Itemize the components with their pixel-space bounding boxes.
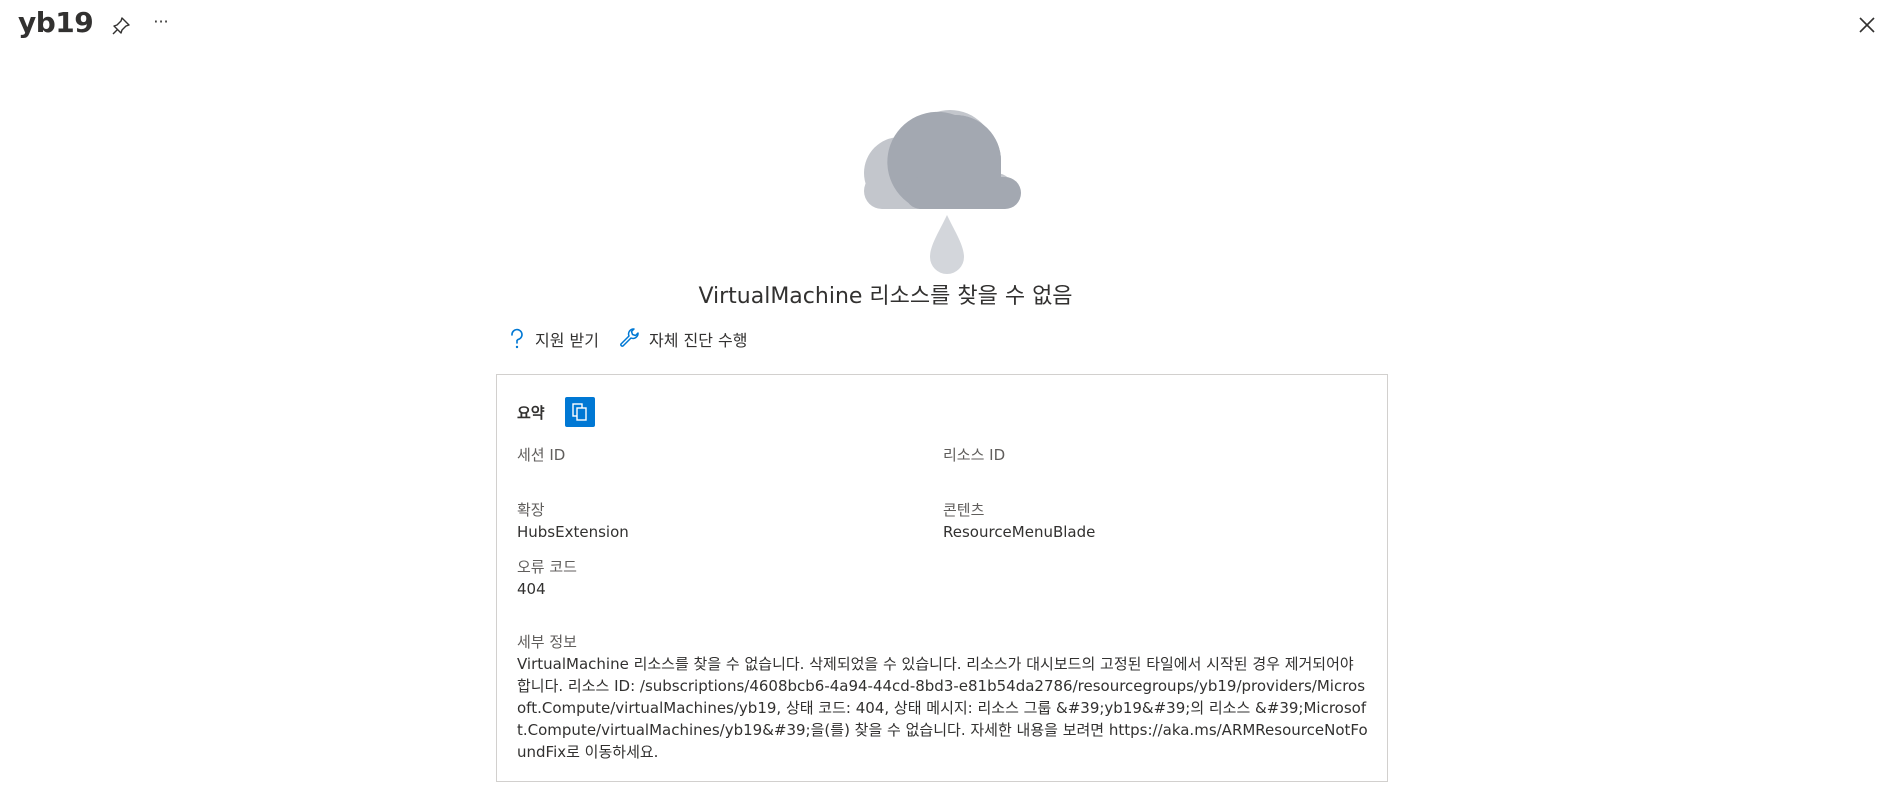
- close-icon[interactable]: [1856, 14, 1878, 36]
- error-title: VirtualMachine 리소스를 찾을 수 없음: [698, 284, 1073, 309]
- resource-id-field: 리소스 ID: [943, 444, 1005, 466]
- details-value: VirtualMachine 리소스를 찾을 수 없습니다. 삭제되었을 수 있…: [517, 655, 1368, 761]
- run-diagnostics-link[interactable]: 자체 진단 수행: [619, 327, 748, 351]
- more-icon[interactable]: ···: [150, 12, 172, 34]
- get-support-label: 지원 받기: [535, 331, 599, 350]
- content-field: 콘텐츠 ResourceMenuBlade: [943, 499, 1095, 543]
- blade-header: yb19 ···: [0, 0, 1881, 50]
- summary-card: 요약 세션 ID 리소스 ID 확장 HubsExtension 콘텐츠 Res…: [496, 374, 1388, 782]
- resource-id-label: 리소스 ID: [943, 446, 1006, 464]
- action-bar: 지원 받기 자체 진단 수행: [507, 325, 767, 353]
- extension-field: 확장 HubsExtension: [517, 499, 629, 543]
- content-value: ResourceMenuBlade: [943, 523, 1096, 541]
- wrench-icon: [620, 328, 639, 347]
- summary-label: 요약: [517, 403, 545, 422]
- details-label: 세부 정보: [517, 633, 577, 651]
- blade-title: yb19: [18, 6, 94, 39]
- summary-header: 요약: [517, 397, 595, 427]
- error-code-field: 오류 코드 404: [517, 556, 577, 600]
- extension-label: 확장: [517, 501, 545, 519]
- copy-icon: [571, 403, 587, 421]
- copy-button[interactable]: [564, 397, 595, 427]
- details-field: 세부 정보 VirtualMachine 리소스를 찾을 수 없습니다. 삭제되…: [517, 631, 1372, 763]
- error-code-value: 404: [517, 580, 546, 598]
- pin-icon[interactable]: [110, 15, 132, 37]
- question-icon: [511, 328, 523, 349]
- session-id-field: 세션 ID: [517, 444, 565, 466]
- content-label: 콘텐츠: [943, 501, 985, 519]
- error-code-label: 오류 코드: [517, 558, 577, 576]
- session-id-label: 세션 ID: [517, 446, 566, 464]
- run-diagnostics-label: 자체 진단 수행: [648, 331, 748, 350]
- extension-value: HubsExtension: [517, 523, 629, 541]
- cloud-rain-illustration: [860, 105, 1025, 275]
- get-support-link[interactable]: 지원 받기: [507, 327, 599, 351]
